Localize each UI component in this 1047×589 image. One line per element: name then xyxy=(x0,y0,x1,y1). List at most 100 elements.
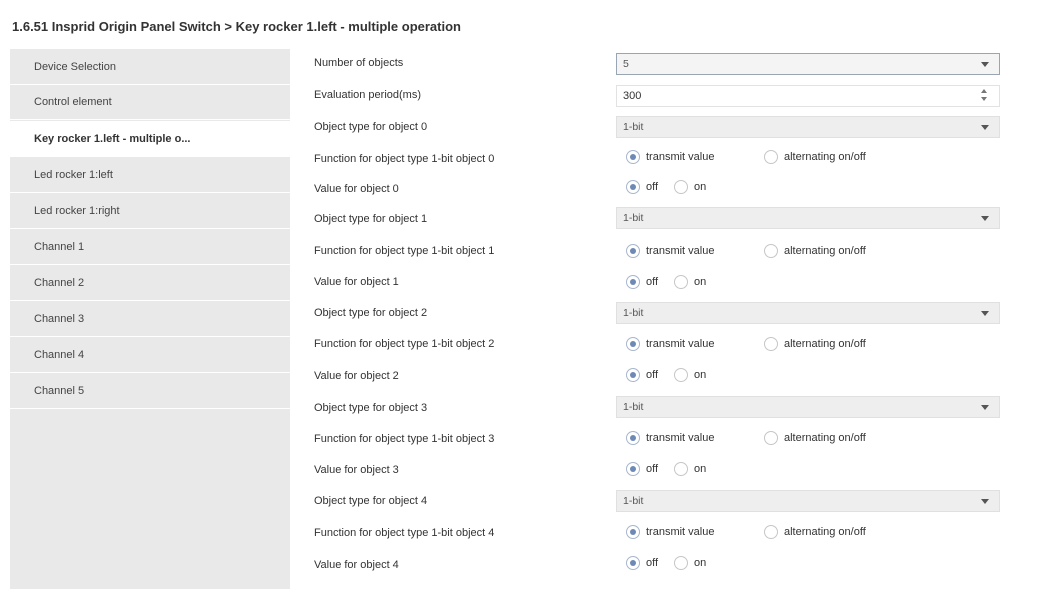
number-of-objects-value: 5 xyxy=(623,58,629,70)
sidebar-item-channel-4[interactable]: Channel 4 xyxy=(10,337,290,373)
radio-label: alternating on/off xyxy=(784,526,866,538)
radio-label: off xyxy=(646,276,659,288)
sidebar-item-channel-5[interactable]: Channel 5 xyxy=(10,373,290,409)
radio-unchecked-icon xyxy=(674,462,688,476)
function-label-2: Function for object type 1-bit object 2 xyxy=(314,338,495,350)
radio-unchecked-icon xyxy=(674,556,688,570)
radio-label: off xyxy=(646,369,659,381)
function-label-1: Function for object type 1-bit object 1 xyxy=(314,245,495,257)
sidebar-item-led-rocker-left[interactable]: Led rocker 1:left xyxy=(10,157,290,193)
radio-label: transmit value xyxy=(646,432,715,444)
value-label-2: Value for object 2 xyxy=(314,370,399,382)
chevron-down-icon xyxy=(981,405,989,410)
function-label-4: Function for object type 1-bit object 4 xyxy=(314,527,495,539)
chevron-down-icon xyxy=(981,125,989,130)
function-radio-group-2: transmit value alternating on/off xyxy=(616,335,1000,353)
radio-checked-icon xyxy=(626,525,640,539)
radio-unchecked-icon xyxy=(764,525,778,539)
title-bar: 1.6.51 Insprid Origin Panel Switch > Key… xyxy=(0,0,1047,42)
value-radio-group-1: off on xyxy=(616,273,1000,291)
radio-label: on xyxy=(694,463,707,475)
number-of-objects-label: Number of objects xyxy=(314,57,404,69)
function-radio-group-1: transmit value alternating on/off xyxy=(616,242,1000,260)
object-type-label-4: Object type for object 4 xyxy=(314,495,428,507)
sidebar-item-led-rocker-right[interactable]: Led rocker 1:right xyxy=(10,193,290,229)
radio-label: transmit value xyxy=(646,526,715,538)
radio-label: transmit value xyxy=(646,151,715,163)
evaluation-period-label: Evaluation period(ms) xyxy=(314,89,421,101)
sidebar: Device Selection Control element Key roc… xyxy=(10,49,290,589)
radio-label: off xyxy=(646,463,659,475)
sidebar-item-control-element[interactable]: Control element xyxy=(10,84,290,120)
radio-label: transmit value xyxy=(646,338,715,350)
radio-checked-icon xyxy=(626,556,640,570)
sidebar-item-key-rocker-left[interactable]: Key rocker 1.left - multiple o... xyxy=(10,121,290,157)
value-radio-group-4: off on xyxy=(616,554,1000,572)
page-title: 1.6.51 Insprid Origin Panel Switch > Key… xyxy=(12,19,461,34)
radio-unchecked-icon xyxy=(674,275,688,289)
chevron-down-icon xyxy=(981,62,989,67)
object-type-select-2[interactable]: 1-bit xyxy=(616,302,1000,324)
object-type-select-3[interactable]: 1-bit xyxy=(616,396,1000,418)
radio-checked-icon xyxy=(626,180,640,194)
spin-up-icon[interactable] xyxy=(981,89,987,93)
object-type-label-0: Object type for object 0 xyxy=(314,121,428,133)
radio-label: transmit value xyxy=(646,245,715,257)
object-type-label-2: Object type for object 2 xyxy=(314,307,428,319)
radio-unchecked-icon xyxy=(764,337,778,351)
chevron-down-icon xyxy=(981,499,989,504)
radio-checked-icon xyxy=(626,150,640,164)
function-label-0: Function for object type 1-bit object 0 xyxy=(314,153,495,165)
radio-checked-icon xyxy=(626,275,640,289)
object-type-label-3: Object type for object 3 xyxy=(314,402,428,414)
chevron-down-icon xyxy=(981,311,989,316)
radio-label: on xyxy=(694,276,707,288)
sidebar-item-device-selection[interactable]: Device Selection xyxy=(10,49,290,85)
object-type-label-1: Object type for object 1 xyxy=(314,213,428,225)
object-type-value-4: 1-bit xyxy=(623,495,644,507)
value-radio-group-2: off on xyxy=(616,366,1000,384)
radio-checked-icon xyxy=(626,337,640,351)
function-radio-group-4: transmit value alternating on/off xyxy=(616,523,1000,541)
object-type-value-2: 1-bit xyxy=(623,307,644,319)
function-label-3: Function for object type 1-bit object 3 xyxy=(314,433,495,445)
radio-unchecked-icon xyxy=(674,368,688,382)
value-radio-group-0: off on xyxy=(616,178,1000,196)
radio-label: alternating on/off xyxy=(784,338,866,350)
number-of-objects-select[interactable]: 5 xyxy=(616,53,1000,75)
spin-down-icon[interactable] xyxy=(981,97,987,101)
chevron-down-icon xyxy=(981,216,989,221)
object-type-select-0[interactable]: 1-bit xyxy=(616,116,1000,138)
function-radio-group-0: transmit value alternating on/off xyxy=(616,148,1000,166)
sidebar-item-channel-2[interactable]: Channel 2 xyxy=(10,265,290,301)
value-radio-group-3: off on xyxy=(616,460,1000,478)
radio-label: alternating on/off xyxy=(784,151,866,163)
object-type-select-4[interactable]: 1-bit xyxy=(616,490,1000,512)
radio-label: off xyxy=(646,557,659,569)
radio-label: on xyxy=(694,369,707,381)
value-label-0: Value for object 0 xyxy=(314,183,399,195)
evaluation-period-spinbox[interactable]: 300 xyxy=(616,85,1000,107)
object-type-select-1[interactable]: 1-bit xyxy=(616,207,1000,229)
radio-checked-icon xyxy=(626,244,640,258)
radio-label: on xyxy=(694,557,707,569)
radio-label: alternating on/off xyxy=(784,245,866,257)
sidebar-item-channel-1[interactable]: Channel 1 xyxy=(10,229,290,265)
value-label-4: Value for object 4 xyxy=(314,559,399,571)
radio-unchecked-icon xyxy=(764,244,778,258)
radio-label: alternating on/off xyxy=(784,432,866,444)
spin-arrows-icon[interactable] xyxy=(981,89,989,103)
value-label-3: Value for object 3 xyxy=(314,464,399,476)
value-label-1: Value for object 1 xyxy=(314,276,399,288)
radio-unchecked-icon xyxy=(764,150,778,164)
sidebar-item-channel-3[interactable]: Channel 3 xyxy=(10,301,290,337)
object-type-value-1: 1-bit xyxy=(623,212,644,224)
radio-checked-icon xyxy=(626,462,640,476)
object-type-value-3: 1-bit xyxy=(623,401,644,413)
function-radio-group-3: transmit value alternating on/off xyxy=(616,429,1000,447)
radio-unchecked-icon xyxy=(674,180,688,194)
radio-label: on xyxy=(694,181,707,193)
radio-checked-icon xyxy=(626,431,640,445)
evaluation-period-value: 300 xyxy=(623,90,642,102)
radio-label: off xyxy=(646,181,659,193)
